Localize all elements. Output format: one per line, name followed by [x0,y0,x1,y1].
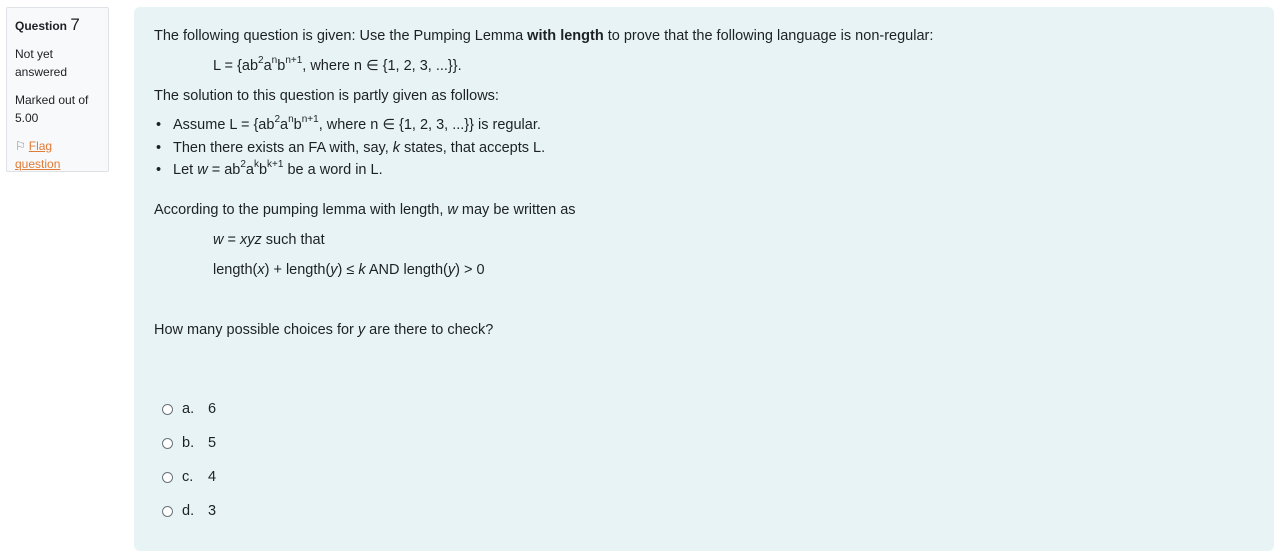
pumping-lemma-statement: According to the pumping lemma with leng… [154,202,576,218]
question-prompt: How many possible choices for y are ther… [154,322,494,338]
flag-icon[interactable]: ⚐ [15,139,26,153]
list-item: Assume L = {ab2anbn+1, where n ∈ {1, 2, … [154,115,545,138]
solution-steps: Assume L = {ab2anbn+1, where n ∈ {1, 2, … [154,115,545,183]
question-state: Not yet answered [15,47,68,79]
option-a[interactable]: a. 6 [162,398,216,420]
list-item: Let w = ab2akbk+1 be a word in L. [154,160,545,183]
equation-decomposition: w = xyz such that [213,232,325,248]
list-item: Then there exists an FA with, say, k sta… [154,138,545,161]
option-d[interactable]: d. 3 [162,500,216,522]
question-content: The following question is given: Use the… [134,7,1274,551]
question-intro: The following question is given: Use the… [154,28,934,44]
radio-button[interactable] [162,471,173,483]
flag-question[interactable]: ⚐ Flag question [15,137,100,173]
radio-button[interactable] [162,403,173,415]
equation-conditions: length(x) + length(y) ≤ k AND length(y) … [213,262,485,278]
question-number: Question 7 [15,15,80,34]
question-grade: Marked out of 5.00 [15,93,89,125]
option-c[interactable]: c. 4 [162,466,216,488]
solution-intro: The solution to this question is partly … [154,88,499,104]
question-info-panel: Question 7 Not yet answered Marked out o… [6,7,109,172]
language-definition: L = {ab2anbn+1, where n ∈ {1, 2, 3, ...}… [213,55,462,74]
radio-button[interactable] [162,437,173,449]
option-b[interactable]: b. 5 [162,432,216,454]
radio-button[interactable] [162,505,173,517]
